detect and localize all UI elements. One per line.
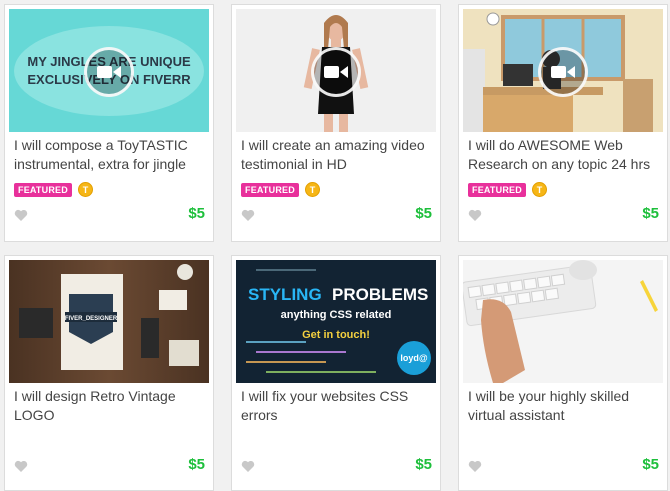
thumb-logo: loyd@ bbox=[400, 353, 428, 363]
gig-thumbnail[interactable] bbox=[463, 9, 663, 132]
heart-icon[interactable] bbox=[14, 460, 28, 473]
thumbnail-art: FIVER_DESIGNER bbox=[9, 260, 209, 383]
gig-thumbnail[interactable]: STYLING PROBLEMS anything CSS related Ge… bbox=[236, 260, 436, 383]
gig-price: $5 bbox=[415, 456, 432, 473]
seller-level-badge: T bbox=[304, 182, 320, 197]
gig-thumbnail[interactable] bbox=[463, 260, 663, 383]
gig-card[interactable]: I will create an amazing video testimoni… bbox=[231, 4, 441, 242]
featured-badge: FEATURED bbox=[241, 182, 299, 197]
gig-title[interactable]: I will create an amazing video testimoni… bbox=[241, 136, 433, 174]
gig-badges: FEATURED T bbox=[241, 182, 320, 197]
featured-badge: FEATURED bbox=[468, 182, 526, 197]
gig-price: $5 bbox=[415, 205, 432, 222]
gig-card[interactable]: MY JINGLES ARE UNIQUE EXCLUSIVELY ON FIV… bbox=[4, 4, 214, 242]
featured-badge: FEATURED bbox=[14, 182, 72, 197]
heart-icon[interactable] bbox=[468, 460, 482, 473]
gig-thumbnail[interactable]: FIVER_DESIGNER bbox=[9, 260, 209, 383]
video-play-icon[interactable] bbox=[84, 47, 134, 97]
gig-grid: MY JINGLES ARE UNIQUE EXCLUSIVELY ON FIV… bbox=[0, 0, 670, 491]
gig-thumbnail[interactable] bbox=[236, 9, 436, 132]
gig-badges: FEATURED T bbox=[14, 182, 93, 197]
video-play-icon[interactable] bbox=[538, 47, 588, 97]
heart-icon[interactable] bbox=[14, 209, 28, 222]
thumb-cta: Get in touch! bbox=[302, 329, 370, 341]
heart-icon[interactable] bbox=[241, 209, 255, 222]
seller-level-badge: T bbox=[77, 182, 93, 197]
heart-icon[interactable] bbox=[468, 209, 482, 222]
video-play-icon[interactable] bbox=[311, 47, 361, 97]
gig-price: $5 bbox=[642, 205, 659, 222]
gig-title[interactable]: I will design Retro Vintage LOGO bbox=[14, 387, 206, 425]
thumbnail-art: STYLING PROBLEMS anything CSS related Ge… bbox=[236, 260, 436, 383]
thumb-headline-2: PROBLEMS bbox=[332, 285, 428, 304]
gig-title[interactable]: I will compose a ToyTASTIC instrumental,… bbox=[14, 136, 206, 174]
gig-title[interactable]: I will fix your websites CSS errors bbox=[241, 387, 433, 425]
gig-title[interactable]: I will be your highly skilled virtual as… bbox=[468, 387, 660, 425]
gig-title[interactable]: I will do AWESOME Web Research on any to… bbox=[468, 136, 660, 174]
gig-card[interactable]: STYLING PROBLEMS anything CSS related Ge… bbox=[231, 255, 441, 491]
gig-card[interactable]: I will be your highly skilled virtual as… bbox=[458, 255, 668, 491]
seller-level-badge: T bbox=[531, 182, 547, 197]
gig-price: $5 bbox=[188, 205, 205, 222]
thumb-subline: anything CSS related bbox=[281, 309, 392, 321]
gig-badges: FEATURED T bbox=[468, 182, 547, 197]
gig-card[interactable]: FIVER_DESIGNER I will design Retro Vinta… bbox=[4, 255, 214, 491]
gig-price: $5 bbox=[642, 456, 659, 473]
thumbnail-art bbox=[463, 260, 663, 383]
thumb-logo-text: FIVER_DESIGNER bbox=[65, 316, 118, 322]
gig-card[interactable]: I will do AWESOME Web Research on any to… bbox=[458, 4, 668, 242]
gig-thumbnail[interactable]: MY JINGLES ARE UNIQUE EXCLUSIVELY ON FIV… bbox=[9, 9, 209, 132]
thumb-headline-1: STYLING bbox=[248, 285, 322, 304]
heart-icon[interactable] bbox=[241, 460, 255, 473]
gig-price: $5 bbox=[188, 456, 205, 473]
